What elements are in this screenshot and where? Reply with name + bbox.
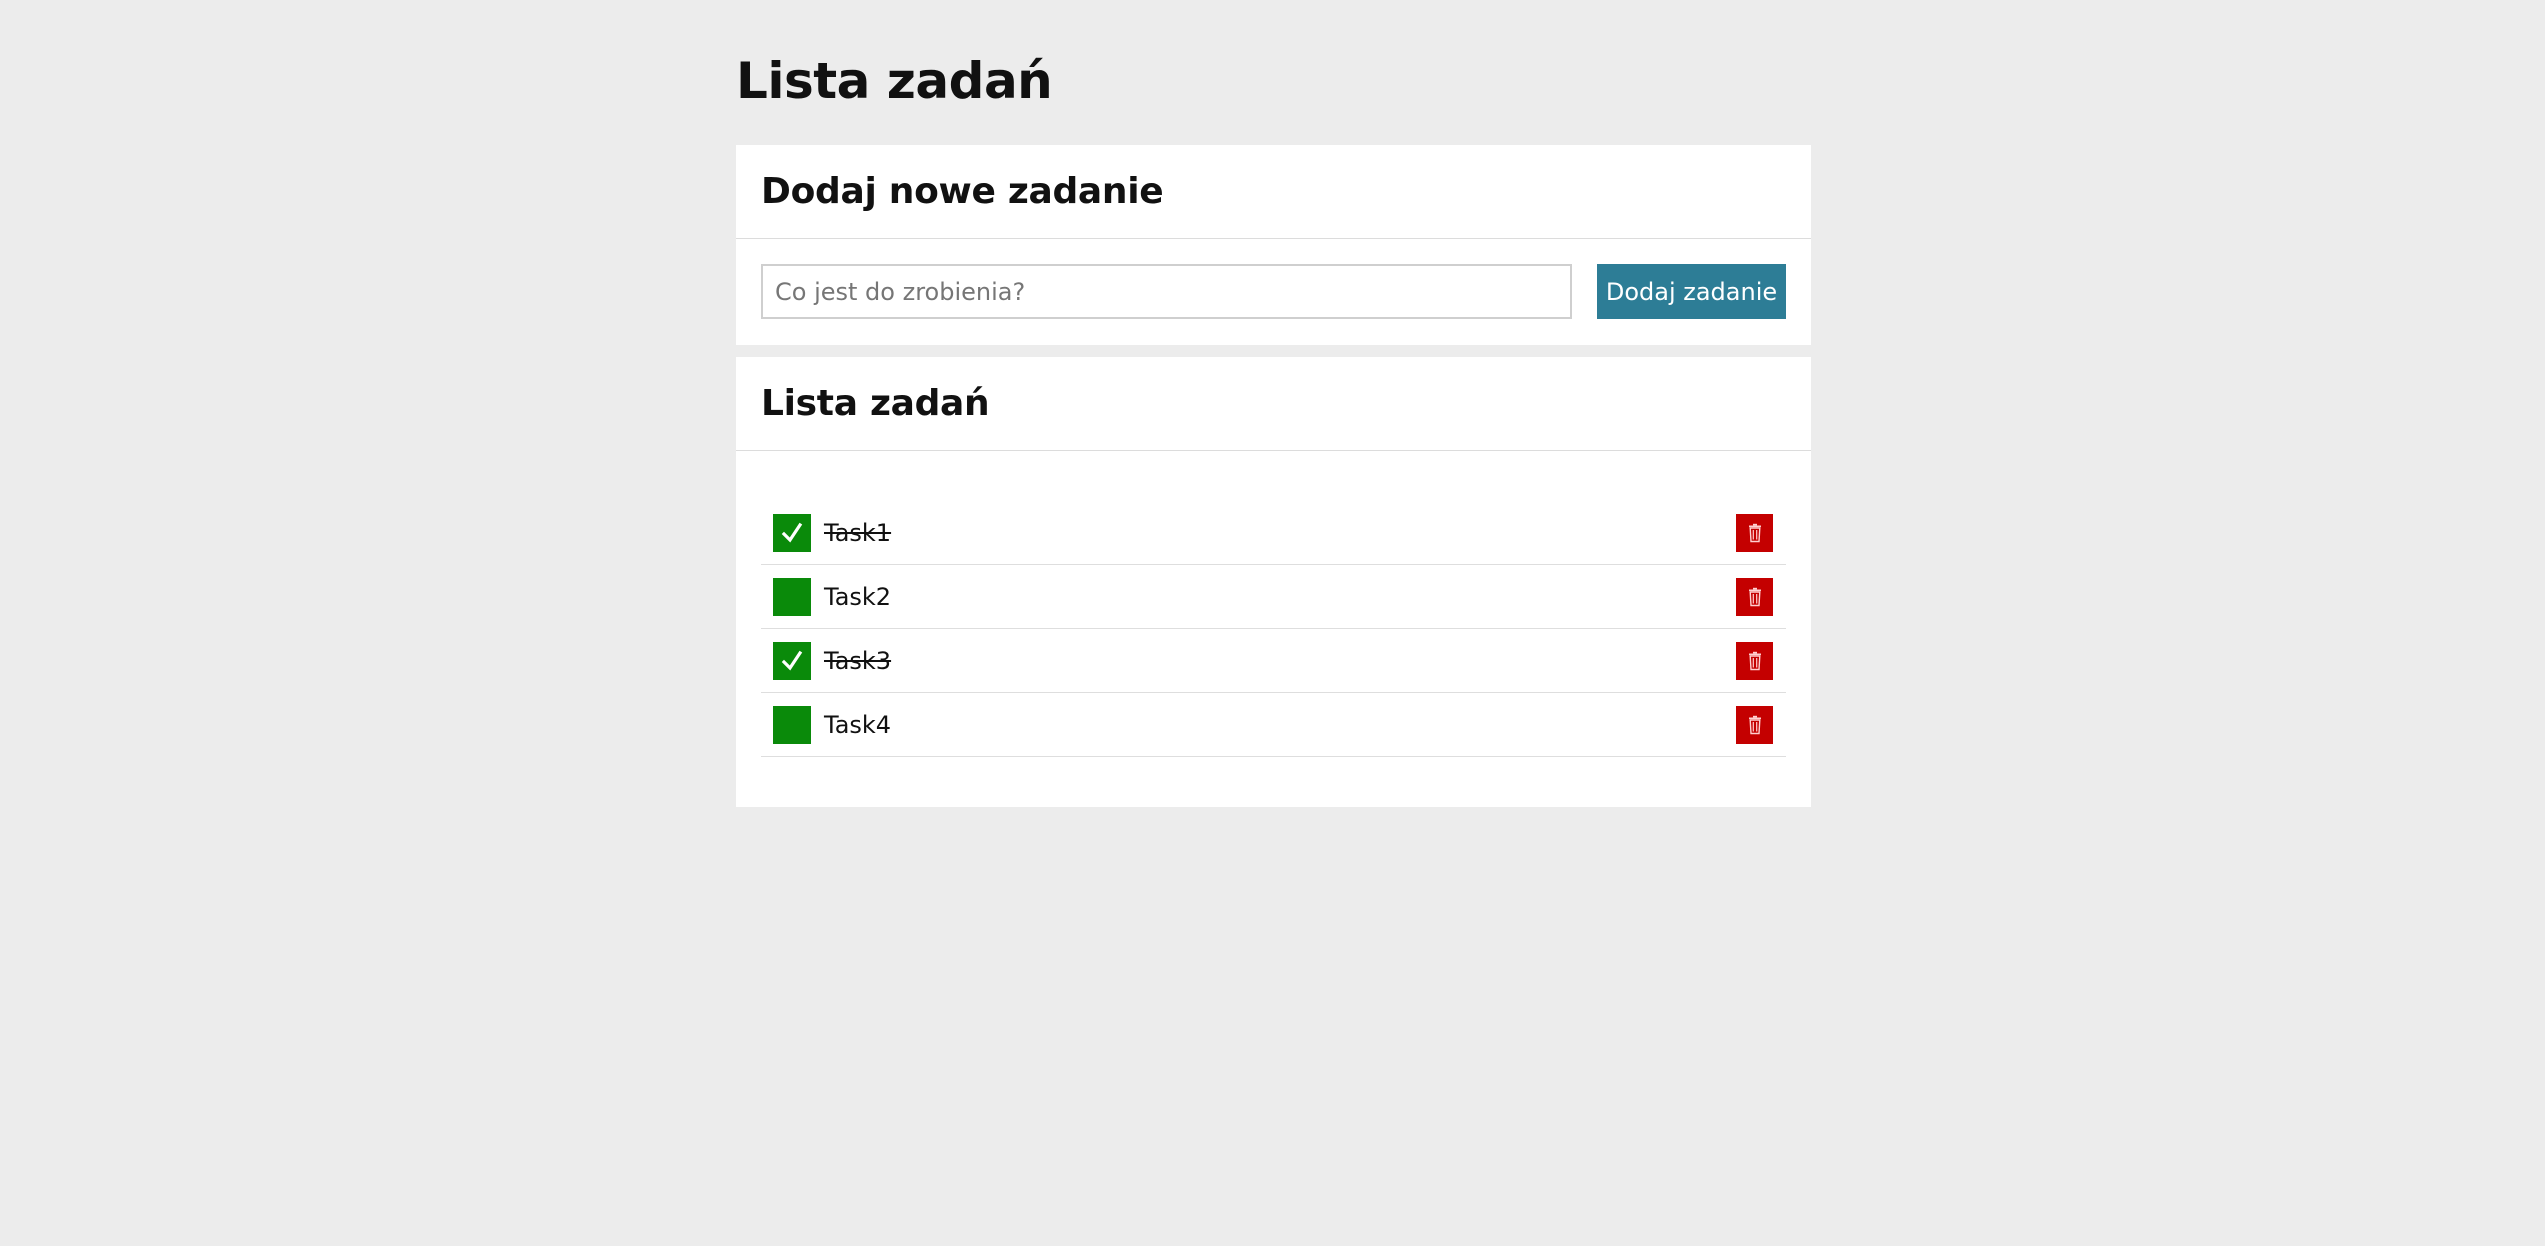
task-checkbox[interactable] — [773, 577, 811, 616]
delete-task-button[interactable] — [1736, 577, 1773, 616]
check-icon — [781, 522, 803, 543]
task-list-panel: Lista zadań Task1 Task2 Task3 Task4 — [736, 357, 1811, 807]
task-item: Task3 — [761, 629, 1786, 693]
add-task-panel: Dodaj nowe zadanie Dodaj zadanie — [736, 145, 1811, 345]
new-task-input[interactable] — [761, 264, 1572, 319]
trash-icon — [1748, 523, 1761, 542]
trash-icon — [1748, 651, 1761, 670]
task-list-heading: Lista zadań — [761, 383, 990, 424]
task-checkbox[interactable] — [773, 705, 811, 744]
task-label: Task3 — [824, 646, 892, 675]
task-item: Task2 — [761, 565, 1786, 629]
delete-task-button[interactable] — [1736, 513, 1773, 552]
add-task-button[interactable]: Dodaj zadanie — [1597, 264, 1786, 319]
app-container: Lista zadań Dodaj nowe zadanie Dodaj zad… — [736, 0, 1811, 807]
panel-gap — [736, 345, 1811, 357]
add-task-panel-header: Dodaj nowe zadanie — [736, 145, 1811, 239]
delete-task-button[interactable] — [1736, 705, 1773, 744]
task-list-panel-header: Lista zadań — [736, 357, 1811, 451]
add-task-heading: Dodaj nowe zadanie — [761, 171, 1164, 212]
task-checkbox[interactable] — [773, 513, 811, 552]
delete-task-button[interactable] — [1736, 641, 1773, 680]
add-task-form: Dodaj zadanie — [736, 239, 1811, 345]
task-label: Task4 — [824, 710, 892, 739]
page-title: Lista zadań — [736, 52, 1053, 110]
task-list: Task1 Task2 Task3 Task4 — [761, 501, 1786, 757]
check-icon — [781, 650, 803, 671]
trash-icon — [1748, 587, 1761, 606]
task-label: Task2 — [824, 582, 892, 611]
trash-icon — [1748, 715, 1761, 734]
task-item: Task4 — [761, 693, 1786, 757]
task-label: Task1 — [824, 518, 892, 547]
task-checkbox[interactable] — [773, 641, 811, 680]
task-list-body: Task1 Task2 Task3 Task4 — [736, 451, 1811, 807]
task-item: Task1 — [761, 501, 1786, 565]
